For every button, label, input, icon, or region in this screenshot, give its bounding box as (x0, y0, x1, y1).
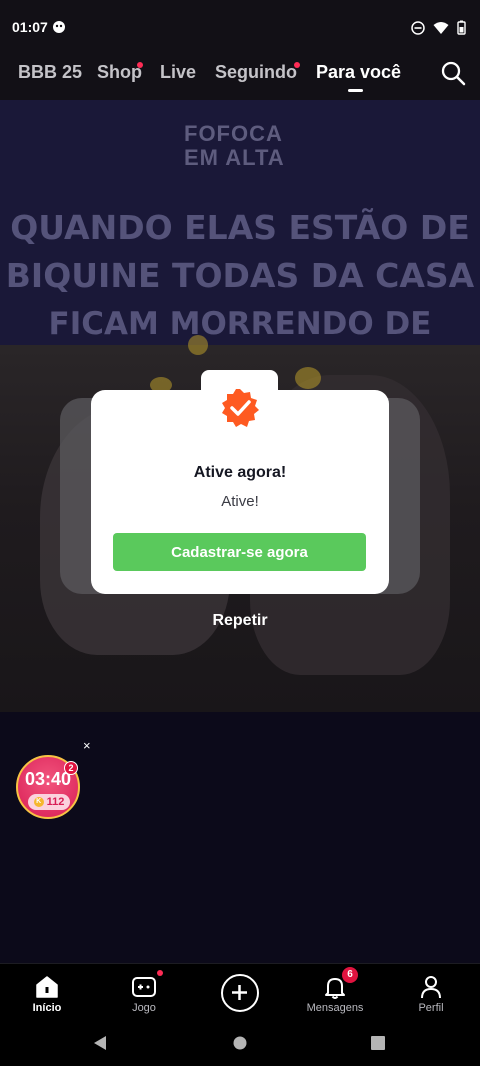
logo-line: FOFOCA (184, 121, 283, 146)
notification-dot (157, 970, 163, 976)
tab-label: Para você (316, 62, 402, 82)
nav-inicio[interactable]: Início (7, 974, 87, 1014)
tab-label: BBB 25 (18, 62, 83, 82)
system-navigation-bar (0, 1021, 480, 1066)
dialog-title: Ative agora! (193, 464, 287, 481)
nav-jogo[interactable]: Jogo (104, 970, 184, 1014)
bottom-navigation: Início Jogo 6 Mensagens Perfil (0, 963, 480, 1021)
video-lower-area (0, 712, 480, 963)
coin-counter: K 112 (28, 794, 70, 810)
coin-icon: K (33, 797, 44, 807)
notification-dot (137, 62, 143, 68)
wifi-icon (433, 21, 449, 34)
photo-decoration (295, 367, 321, 389)
tab-seguindo[interactable]: Seguindo (215, 62, 300, 83)
game-icon (132, 977, 156, 997)
caption-line: BIQUINE TODAS DA CASA (5, 256, 475, 295)
nav-perfil[interactable]: Perfil (391, 974, 471, 1014)
nav-label: Início (32, 1002, 62, 1014)
reward-timer-widget[interactable]: 03:40 K 112 2 (16, 755, 80, 819)
home-circle-icon[interactable] (233, 1036, 247, 1050)
tab-label: Seguindo (215, 62, 297, 82)
replay-button[interactable]: Repetir (0, 612, 480, 630)
tab-label: Live (160, 62, 197, 82)
tab-para-voce[interactable]: Para você (316, 62, 401, 83)
tab-label: Shop (97, 62, 142, 82)
video-logo: FOFOCA EM ALTA (184, 122, 304, 170)
nav-label: Perfil (418, 1002, 444, 1014)
coin-count: 112 (46, 796, 65, 808)
status-time: 01:07 (12, 19, 48, 35)
message-count-badge: 6 (342, 967, 358, 983)
recents-icon[interactable] (371, 1036, 385, 1050)
logo-line: EM ALTA (184, 145, 285, 170)
photo-decoration (188, 335, 208, 355)
caption-line: QUANDO ELAS ESTÃO DE (10, 208, 470, 247)
battery-icon (457, 20, 466, 35)
plus-icon (232, 985, 247, 1000)
dialog-subtitle: Ative! (221, 493, 259, 510)
video-banner: FOFOCA EM ALTA QUANDO ELAS ESTÃO DE BIQU… (0, 100, 480, 390)
nav-mensagens[interactable]: 6 Mensagens (295, 967, 375, 1014)
notification-dot (294, 62, 300, 68)
do-not-disturb-icon (411, 20, 425, 35)
active-tab-indicator (348, 89, 363, 92)
profile-icon (421, 976, 441, 999)
close-timer-icon[interactable]: × (83, 738, 91, 753)
verified-badge-icon (222, 389, 259, 427)
home-icon (36, 976, 58, 998)
back-icon[interactable] (93, 1035, 107, 1051)
status-icons (411, 20, 466, 35)
nav-label: Mensagens (306, 1002, 364, 1014)
tab-shop[interactable]: Shop (97, 62, 143, 83)
top-tab-bar: BBB 25 Shop Live Seguindo Para você (0, 56, 480, 100)
app-notification-icon (53, 21, 65, 33)
tab-bbb25[interactable]: BBB 25 (18, 62, 82, 83)
create-button[interactable] (221, 974, 259, 1012)
nav-label: Jogo (132, 1002, 156, 1014)
register-now-button[interactable]: Cadastrar-se agora (113, 533, 366, 571)
search-icon[interactable] (440, 60, 466, 86)
tab-live[interactable]: Live (160, 62, 196, 83)
status-bar: 01:07 (0, 0, 480, 56)
timer-badge: 2 (64, 761, 78, 775)
